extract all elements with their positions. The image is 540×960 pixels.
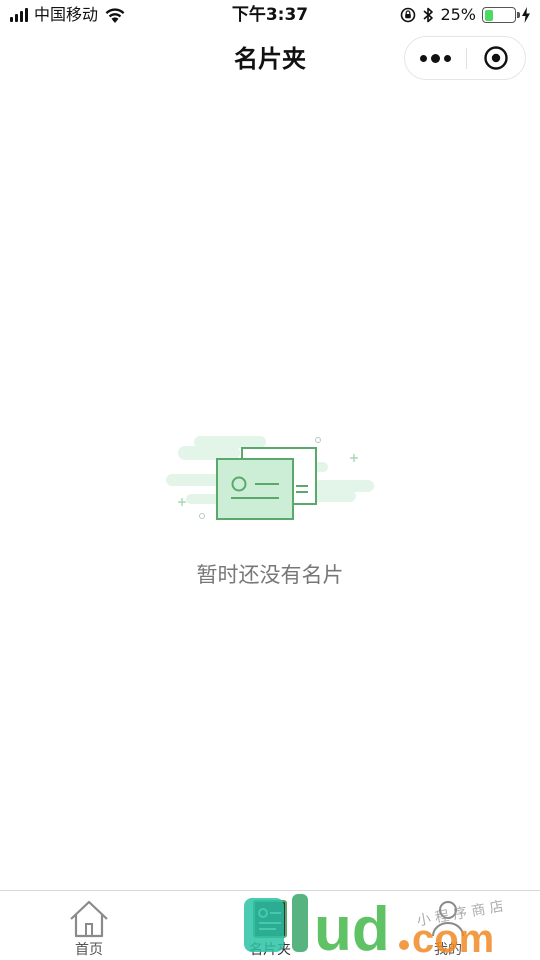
tab-label-home: 首页 (75, 942, 103, 958)
tab-bar: 首页 名片夹 我的 (0, 890, 540, 960)
battery-percent: 25% (440, 5, 476, 24)
home-icon (70, 900, 108, 938)
more-dots-icon[interactable] (405, 37, 465, 79)
status-bar: 中国移动 下午3:37 25% (0, 0, 540, 30)
profile-icon (432, 901, 464, 937)
battery-level-fill (484, 9, 493, 21)
battery-cap (517, 12, 520, 18)
business-cards-illustration (166, 436, 374, 520)
tab-label-card-holder: 名片夹 (249, 942, 291, 958)
bluetooth-icon (423, 7, 434, 23)
empty-state-message: 暂时还没有名片 (196, 563, 344, 587)
mini-program-capsule (404, 36, 526, 80)
charging-icon (522, 7, 530, 23)
battery-icon (482, 7, 520, 23)
rotation-lock-icon (401, 7, 416, 23)
card-holder-icon (253, 900, 287, 938)
target-close-icon[interactable] (467, 37, 525, 79)
tab-home[interactable]: 首页 (29, 891, 149, 960)
tab-label-mine: 我的 (434, 942, 462, 958)
tab-card-holder[interactable]: 名片夹 (210, 891, 330, 960)
status-right: 25% (400, 5, 530, 25)
tab-mine[interactable]: 我的 (388, 891, 508, 960)
